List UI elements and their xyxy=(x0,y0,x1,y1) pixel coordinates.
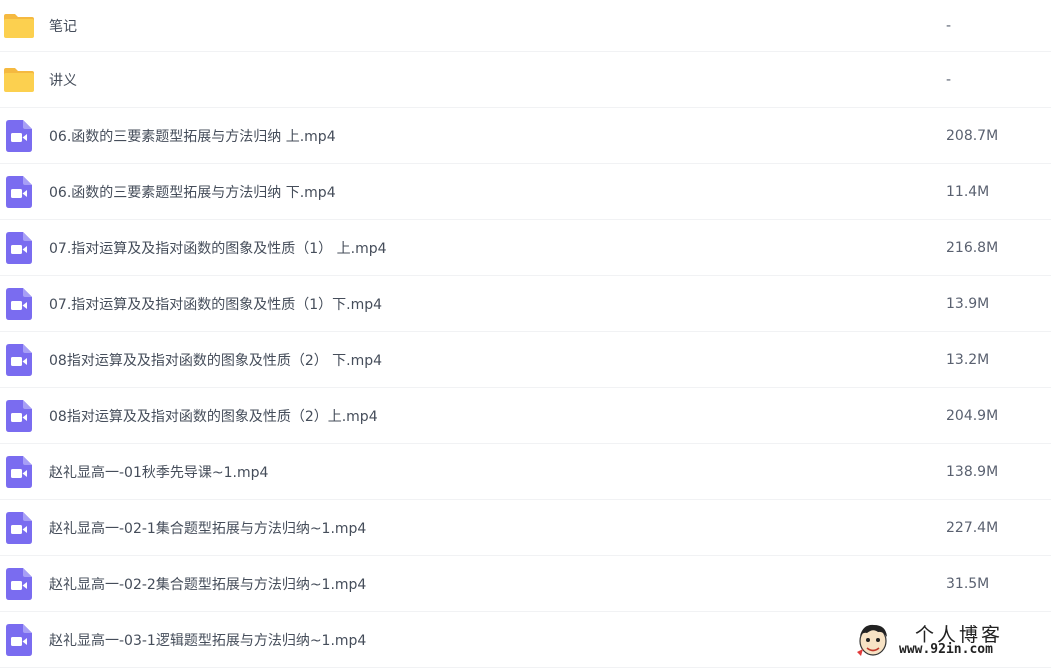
file-size: 13.9M xyxy=(946,295,990,312)
list-item[interactable]: 赵礼显高一-02-2集合题型拓展与方法归纳~1.mp4 31.5M xyxy=(0,556,1051,612)
file-size: 31.5M xyxy=(946,575,990,592)
video-file-icon xyxy=(3,455,35,488)
list-item[interactable]: 笔记 - xyxy=(0,0,1051,52)
file-list: 笔记 - 讲义 - 06.函数的三要素题型拓展与方法归纳 上.mp4 208.7… xyxy=(0,0,1051,668)
video-file-icon xyxy=(3,343,35,376)
file-name[interactable]: 赵礼显高一-01秋季先导课~1.mp4 xyxy=(49,462,268,482)
file-size: 13.2M xyxy=(946,351,990,368)
video-file-icon xyxy=(3,567,35,600)
list-item[interactable]: 赵礼显高一-01秋季先导课~1.mp4 138.9M xyxy=(0,444,1051,500)
list-item[interactable]: 06.函数的三要素题型拓展与方法归纳 上.mp4 208.7M xyxy=(0,108,1051,164)
file-size: - xyxy=(946,17,952,34)
file-name[interactable]: 赵礼显高一-02-2集合题型拓展与方法归纳~1.mp4 xyxy=(49,574,366,594)
video-file-icon xyxy=(3,119,35,152)
folder-icon xyxy=(3,64,35,96)
file-size: 138.9M xyxy=(946,463,999,480)
file-name[interactable]: 06.函数的三要素题型拓展与方法归纳 下.mp4 xyxy=(49,182,336,202)
list-item[interactable]: 08指对运算及及指对函数的图象及性质（2）上.mp4 204.9M xyxy=(0,388,1051,444)
video-file-icon xyxy=(3,623,35,656)
file-name[interactable]: 08指对运算及及指对函数的图象及性质（2）上.mp4 xyxy=(49,406,378,426)
list-item[interactable]: 07.指对运算及及指对函数的图象及性质（1）下.mp4 13.9M xyxy=(0,276,1051,332)
video-file-icon xyxy=(3,511,35,544)
list-item[interactable]: 07.指对运算及及指对函数的图象及性质（1） 上.mp4 216.8M xyxy=(0,220,1051,276)
video-file-icon xyxy=(3,231,35,264)
list-item[interactable]: 赵礼显高一-02-1集合题型拓展与方法归纳~1.mp4 227.4M xyxy=(0,500,1051,556)
file-size: 227.4M xyxy=(946,519,999,536)
list-item[interactable]: 08指对运算及及指对函数的图象及性质（2） 下.mp4 13.2M xyxy=(0,332,1051,388)
watermark-url: www.92in.com xyxy=(899,642,993,657)
file-name[interactable]: 06.函数的三要素题型拓展与方法归纳 上.mp4 xyxy=(49,126,336,146)
file-name[interactable]: 07.指对运算及及指对函数的图象及性质（1） 上.mp4 xyxy=(49,238,387,258)
file-size: 216.8M xyxy=(946,239,999,256)
file-name[interactable]: 笔记 xyxy=(49,16,77,36)
file-size: 204.9M xyxy=(946,407,999,424)
file-name[interactable]: 赵礼显高一-02-1集合题型拓展与方法归纳~1.mp4 xyxy=(49,518,366,538)
file-size: - xyxy=(946,71,952,88)
folder-icon xyxy=(3,10,35,42)
file-size: 208.7M xyxy=(946,127,999,144)
list-item[interactable]: 讲义 - xyxy=(0,52,1051,108)
file-name[interactable]: 讲义 xyxy=(49,70,77,90)
file-name[interactable]: 07.指对运算及及指对函数的图象及性质（1）下.mp4 xyxy=(49,294,382,314)
video-file-icon xyxy=(3,175,35,208)
file-size: 11.4M xyxy=(946,183,990,200)
file-name[interactable]: 赵礼显高一-03-1逻辑题型拓展与方法归纳~1.mp4 xyxy=(49,630,366,650)
file-name[interactable]: 08指对运算及及指对函数的图象及性质（2） 下.mp4 xyxy=(49,350,382,370)
cartoon-face-icon xyxy=(857,624,887,656)
video-file-icon xyxy=(3,399,35,432)
list-item[interactable]: 06.函数的三要素题型拓展与方法归纳 下.mp4 11.4M xyxy=(0,164,1051,220)
video-file-icon xyxy=(3,287,35,320)
watermark-logo: 个人博客 www.92in.com xyxy=(853,620,1043,660)
